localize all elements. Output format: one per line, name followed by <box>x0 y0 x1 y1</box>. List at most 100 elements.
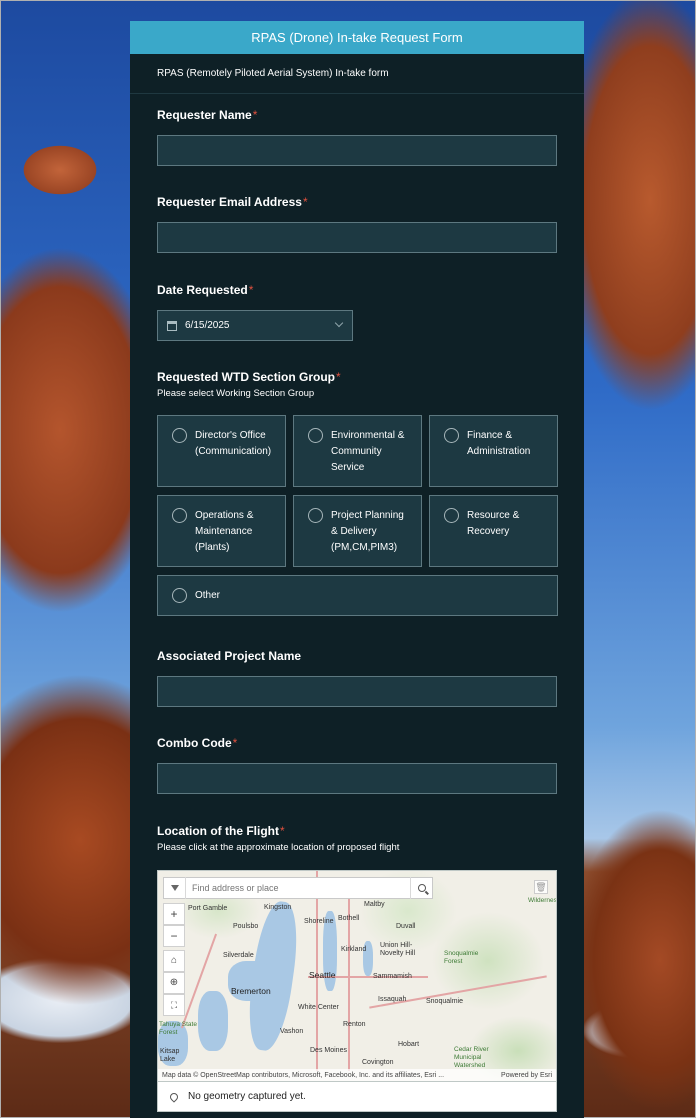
intake-form: RPAS (Drone) In-take Request Form RPAS (… <box>130 21 584 1118</box>
option-label: Operations & Maintenance (Plants) <box>195 510 254 553</box>
option-label: Resource & Recovery <box>467 510 520 537</box>
requester-name-input[interactable] <box>157 135 557 166</box>
minus-icon: − <box>170 929 178 943</box>
map-place-bremerton: Bremerton <box>231 986 271 996</box>
radio-icon <box>308 508 323 523</box>
location-hint: Please click at the approximate location… <box>157 842 400 853</box>
option-environmental[interactable]: Environmental & Community Service <box>293 415 422 487</box>
option-directors-office[interactable]: Director's Office (Communication) <box>157 415 286 487</box>
project-name-field: Associated Project Name <box>157 649 557 707</box>
location-label: Location of the Flight* <box>157 824 285 838</box>
location-field: Location of the Flight* Please click at … <box>157 824 557 1112</box>
map-place-poulsbo: Poulsbo <box>233 923 259 930</box>
locate-icon: ⊕ <box>169 977 179 988</box>
section-group-options: Director's Office (Communication) Enviro… <box>157 415 558 616</box>
option-label: Other <box>195 589 221 601</box>
map-place-hobart: Hobart <box>398 1041 420 1048</box>
date-picker[interactable]: 6/15/2025 <box>157 310 353 341</box>
home-button[interactable]: ⌂ <box>163 950 185 972</box>
trash-icon[interactable]: 🗑 <box>534 880 548 894</box>
date-value: 6/15/2025 <box>185 320 230 331</box>
section-group-hint: Please select Working Section Group <box>157 388 315 399</box>
form-description: RPAS (Remotely Piloted Aerial System) In… <box>130 54 584 94</box>
option-finance[interactable]: Finance & Administration <box>429 415 558 487</box>
zoom-in-button[interactable]: + <box>163 903 185 925</box>
radio-icon <box>444 508 459 523</box>
map-place-kingston: Kingston <box>264 904 292 911</box>
date-requested-field: Date Requested* 6/15/2025 <box>157 283 557 341</box>
location-map[interactable]: Kingston Shoreline Bothell Maltby Duvall… <box>157 870 557 1082</box>
option-operations[interactable]: Operations & Maintenance (Plants) <box>157 495 286 567</box>
chevron-down-icon <box>334 318 344 328</box>
combo-code-input[interactable] <box>157 763 557 794</box>
map-place-white-center: White Center <box>298 1004 339 1011</box>
required-marker: * <box>232 736 238 750</box>
map-attribution: Map data © OpenStreetMap contributors, M… <box>158 1069 556 1081</box>
map-place-duvall: Duvall <box>396 923 416 930</box>
date-requested-label: Date Requested* <box>157 283 254 297</box>
hood-canal-water <box>198 991 228 1051</box>
map-place-kitsap: Kitsap Lake <box>160 1048 180 1063</box>
map-search-input[interactable] <box>186 883 410 893</box>
map-place-issaquah: Issaquah <box>378 996 407 1003</box>
map-place-port-gamble: Port Gamble <box>188 905 228 912</box>
map-place-union-hill: Union Hill- Novelty Hill <box>380 942 416 957</box>
locate-button[interactable]: ⊕ <box>163 972 185 994</box>
required-marker: * <box>336 370 341 384</box>
map-search-button[interactable] <box>410 877 432 899</box>
zoom-out-button[interactable]: − <box>163 925 185 947</box>
map-place-wilderness: Wildernes <box>528 897 557 904</box>
map-place-cedar-river: Cedar River Municipal Watershed <box>454 1046 489 1069</box>
fullscreen-button[interactable]: ⛶ <box>163 994 185 1016</box>
map-place-maltby: Maltby <box>364 901 385 908</box>
requester-email-input[interactable] <box>157 222 557 253</box>
radio-icon <box>444 428 459 443</box>
radio-icon <box>308 428 323 443</box>
search-source-dropdown[interactable] <box>164 877 186 899</box>
option-label: Project Planning & Delivery (PM,CM,PIM3) <box>331 510 404 553</box>
calendar-icon <box>167 320 177 331</box>
map-place-sammamish: Sammamish <box>373 973 412 980</box>
map-place-snoqualmie-forest: Snoqualmie Forest <box>444 950 479 965</box>
option-label: Director's Office (Communication) <box>195 430 272 457</box>
fullscreen-icon: ⛶ <box>170 999 178 1010</box>
map-place-snoqualmie: Snoqualmie <box>426 998 463 1005</box>
map-place-seattle: Seattle <box>309 970 336 980</box>
form-title: RPAS (Drone) In-take Request Form <box>130 21 584 54</box>
powered-by-esri: Powered by Esri <box>501 1071 552 1079</box>
map-place-tahuya: Tahuya State Forest <box>159 1021 197 1036</box>
option-label: Environmental & Community Service <box>331 430 405 473</box>
required-marker: * <box>248 283 254 297</box>
requester-email-label: Requester Email Address* <box>157 195 308 209</box>
search-icon <box>417 884 426 892</box>
combo-code-field: Combo Code* <box>157 736 557 794</box>
plus-icon: + <box>170 907 178 921</box>
option-label: Finance & Administration <box>467 430 531 457</box>
requester-email-field: Requester Email Address* <box>157 195 557 253</box>
geometry-status-text: No geometry captured yet. <box>188 1091 306 1102</box>
combo-code-label: Combo Code* <box>157 736 238 750</box>
map-tools: + − ⌂ ⊕ ⛶ <box>163 903 185 1016</box>
map-place-bothell: Bothell <box>338 915 360 922</box>
location-pin-icon <box>168 1090 180 1103</box>
required-marker: * <box>302 195 308 209</box>
radio-icon <box>172 428 187 443</box>
option-project-planning[interactable]: Project Planning & Delivery (PM,CM,PIM3) <box>293 495 422 567</box>
project-name-input[interactable] <box>157 676 557 707</box>
project-name-label: Associated Project Name <box>157 649 302 663</box>
required-marker: * <box>252 108 258 122</box>
option-resource-recovery[interactable]: Resource & Recovery <box>429 495 558 567</box>
home-icon: ⌂ <box>170 955 178 966</box>
section-group-field: Requested WTD Section Group* Please sele… <box>157 370 558 616</box>
map-search-bar <box>163 877 433 899</box>
map-place-silverdale: Silverdale <box>223 952 254 959</box>
attribution-text: Map data © OpenStreetMap contributors, M… <box>162 1071 445 1079</box>
option-other[interactable]: Other <box>157 575 558 616</box>
map-place-des-moines: Des Moines <box>310 1047 347 1054</box>
caret-down-icon <box>170 885 179 891</box>
geometry-status: No geometry captured yet. <box>157 1082 557 1112</box>
requester-name-field: Requester Name* <box>157 108 557 166</box>
map-place-kirkland: Kirkland <box>341 946 367 953</box>
map-place-shoreline: Shoreline <box>304 918 334 925</box>
required-marker: * <box>279 824 285 838</box>
